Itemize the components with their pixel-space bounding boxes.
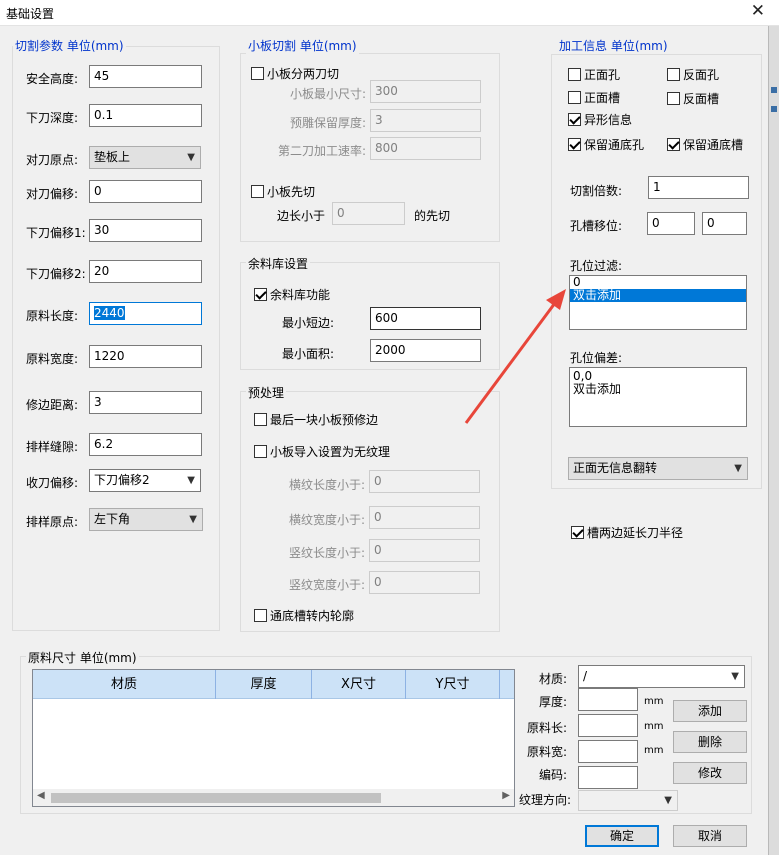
table-header: 材质 厚度 X尺寸 Y尺寸 (33, 670, 514, 699)
wid-label: 原料宽: (526, 745, 567, 759)
arrow-head (546, 289, 566, 310)
column-header-x[interactable]: X尺寸 (312, 670, 406, 699)
wid-input[interactable] (578, 740, 638, 763)
cancel-button[interactable]: 取消 (673, 825, 747, 847)
grain-select[interactable]: ▼ (578, 790, 678, 811)
chevron-right-icon[interactable]: ▶ (502, 790, 510, 801)
chevron-left-icon[interactable]: ◀ (37, 790, 45, 801)
wid-unit: mm (644, 745, 664, 756)
mat-value: / (583, 669, 588, 683)
len-input[interactable] (578, 714, 638, 737)
mat-label: 材质: (538, 672, 567, 686)
column-header-y[interactable]: Y尺寸 (406, 670, 500, 699)
code-input[interactable] (578, 766, 638, 789)
material-legend: 原料尺寸 单位(mm) (26, 649, 139, 666)
modify-button[interactable]: 修改 (673, 762, 747, 784)
column-header-material[interactable]: 材质 (33, 670, 216, 699)
len-label: 原料长: (526, 721, 567, 735)
thick-unit: mm (644, 696, 664, 707)
column-header-thickness[interactable]: 厚度 (216, 670, 312, 699)
grain-label: 纹理方向: (519, 793, 572, 807)
arrow-shaft (464, 302, 557, 424)
len-unit: mm (644, 721, 664, 732)
chevron-down-icon: ▼ (664, 795, 672, 806)
delete-button[interactable]: 删除 (673, 731, 747, 753)
mat-select[interactable]: / ▼ (578, 665, 745, 688)
ok-button[interactable]: 确定 (585, 825, 659, 847)
add-button[interactable]: 添加 (673, 700, 747, 722)
thick-label: 厚度: (538, 695, 567, 709)
chevron-down-icon: ▼ (731, 671, 739, 682)
scrollbar-thumb[interactable] (51, 793, 381, 803)
material-table[interactable]: 材质 厚度 X尺寸 Y尺寸 ◀ ▶ (32, 669, 515, 807)
code-label: 编码: (538, 768, 567, 782)
thick-input[interactable] (578, 688, 638, 711)
horizontal-scrollbar[interactable]: ◀ ▶ (33, 789, 514, 806)
